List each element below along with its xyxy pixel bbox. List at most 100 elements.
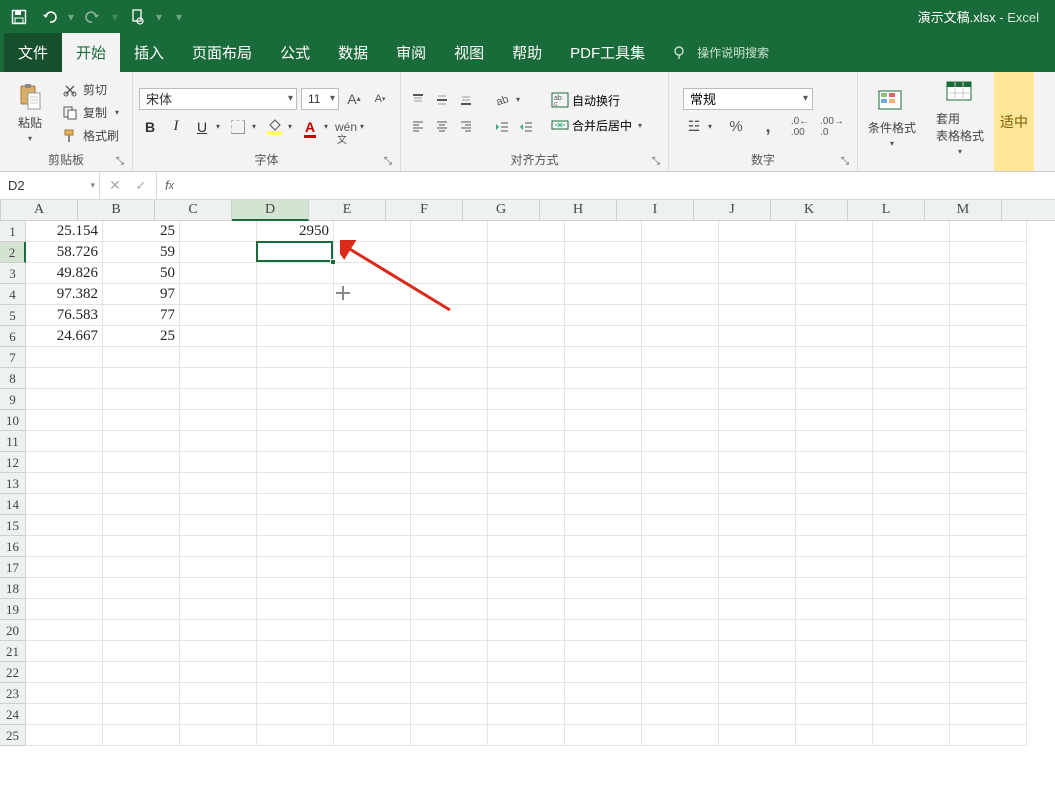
row-header[interactable]: 2	[0, 242, 26, 263]
cell[interactable]	[411, 557, 488, 578]
cell[interactable]	[950, 431, 1027, 452]
cell[interactable]: 49.826	[26, 263, 103, 284]
cell[interactable]	[950, 389, 1027, 410]
cell[interactable]	[103, 473, 180, 494]
cell[interactable]	[796, 578, 873, 599]
cell[interactable]	[719, 473, 796, 494]
cell[interactable]	[565, 683, 642, 704]
accounting-format-button[interactable]: ☳ ▾	[683, 116, 715, 138]
cell[interactable]	[719, 284, 796, 305]
cell[interactable]	[642, 620, 719, 641]
tab-insert[interactable]: 插入	[120, 33, 178, 72]
cell[interactable]	[411, 620, 488, 641]
cell[interactable]	[873, 389, 950, 410]
insert-function-button[interactable]: fx	[157, 172, 182, 199]
cell[interactable]	[488, 641, 565, 662]
cell[interactable]	[180, 494, 257, 515]
cell[interactable]	[873, 305, 950, 326]
cell[interactable]	[257, 305, 334, 326]
orientation-button[interactable]: ab ▾	[491, 89, 523, 111]
cell[interactable]	[488, 725, 565, 746]
cell[interactable]	[642, 221, 719, 242]
conditional-format-button[interactable]: 条件格式 ▾	[864, 85, 920, 151]
cell[interactable]: 24.667	[26, 326, 103, 347]
number-format-select[interactable]: 常规 ▾	[683, 88, 813, 110]
column-header[interactable]: G	[463, 200, 540, 221]
cell[interactable]	[334, 620, 411, 641]
cell[interactable]	[719, 452, 796, 473]
cell[interactable]	[257, 620, 334, 641]
cell[interactable]	[873, 536, 950, 557]
cell[interactable]	[873, 347, 950, 368]
row-header[interactable]: 17	[0, 557, 26, 578]
cell[interactable]	[565, 389, 642, 410]
row-header[interactable]: 3	[0, 263, 26, 284]
cell[interactable]	[873, 284, 950, 305]
column-header[interactable]: L	[848, 200, 925, 221]
cell[interactable]	[488, 410, 565, 431]
increase-indent-button[interactable]	[515, 117, 537, 137]
cell[interactable]	[642, 536, 719, 557]
row-header[interactable]: 23	[0, 683, 26, 704]
cell[interactable]	[873, 704, 950, 725]
cell[interactable]	[796, 284, 873, 305]
column-header[interactable]: F	[386, 200, 463, 221]
cell[interactable]	[103, 620, 180, 641]
row-header[interactable]: 6	[0, 326, 26, 347]
cell[interactable]	[950, 578, 1027, 599]
cell[interactable]	[334, 326, 411, 347]
cell[interactable]	[103, 452, 180, 473]
cell[interactable]	[334, 431, 411, 452]
cell[interactable]	[180, 305, 257, 326]
cell[interactable]	[488, 494, 565, 515]
cell[interactable]	[103, 347, 180, 368]
cell[interactable]	[950, 620, 1027, 641]
cell[interactable]	[565, 536, 642, 557]
cell[interactable]	[103, 410, 180, 431]
cell[interactable]	[642, 494, 719, 515]
paste-button[interactable]: 粘贴 ▾	[12, 80, 48, 146]
font-color-button[interactable]: A ▾	[299, 116, 331, 138]
copy-button[interactable]: 复制 ▾	[58, 102, 126, 123]
cell[interactable]	[26, 515, 103, 536]
cell[interactable]: 97	[103, 284, 180, 305]
cell[interactable]	[488, 452, 565, 473]
decrease-indent-button[interactable]	[491, 117, 513, 137]
cell[interactable]	[719, 578, 796, 599]
cell[interactable]	[334, 221, 411, 242]
cell[interactable]	[565, 599, 642, 620]
cell[interactable]	[103, 557, 180, 578]
name-box[interactable]: D2 ▾	[0, 172, 100, 199]
cell[interactable]	[257, 242, 334, 263]
cell[interactable]: 50	[103, 263, 180, 284]
cell[interactable]	[873, 641, 950, 662]
cell[interactable]	[950, 452, 1027, 473]
cell[interactable]	[796, 599, 873, 620]
cell[interactable]	[26, 410, 103, 431]
cell[interactable]	[26, 368, 103, 389]
cell[interactable]	[488, 515, 565, 536]
cell[interactable]	[873, 725, 950, 746]
cell[interactable]	[873, 263, 950, 284]
row-header[interactable]: 8	[0, 368, 26, 389]
cell[interactable]	[642, 347, 719, 368]
cell[interactable]	[180, 515, 257, 536]
cell[interactable]	[103, 683, 180, 704]
cell[interactable]	[411, 704, 488, 725]
cell[interactable]	[796, 494, 873, 515]
table-format-button[interactable]: 套用 表格格式 ▾	[932, 76, 988, 159]
cell[interactable]	[334, 662, 411, 683]
cell[interactable]	[257, 263, 334, 284]
cell[interactable]	[873, 599, 950, 620]
cell[interactable]	[257, 557, 334, 578]
column-header[interactable]: K	[771, 200, 848, 221]
cell[interactable]	[719, 704, 796, 725]
tell-me-search[interactable]: 操作说明搜索	[659, 33, 781, 72]
cell[interactable]: 2950	[257, 221, 334, 242]
cell[interactable]	[796, 536, 873, 557]
cell[interactable]	[565, 284, 642, 305]
cell[interactable]	[642, 389, 719, 410]
row-header[interactable]: 20	[0, 620, 26, 641]
cell[interactable]: 97.382	[26, 284, 103, 305]
cell[interactable]	[950, 326, 1027, 347]
